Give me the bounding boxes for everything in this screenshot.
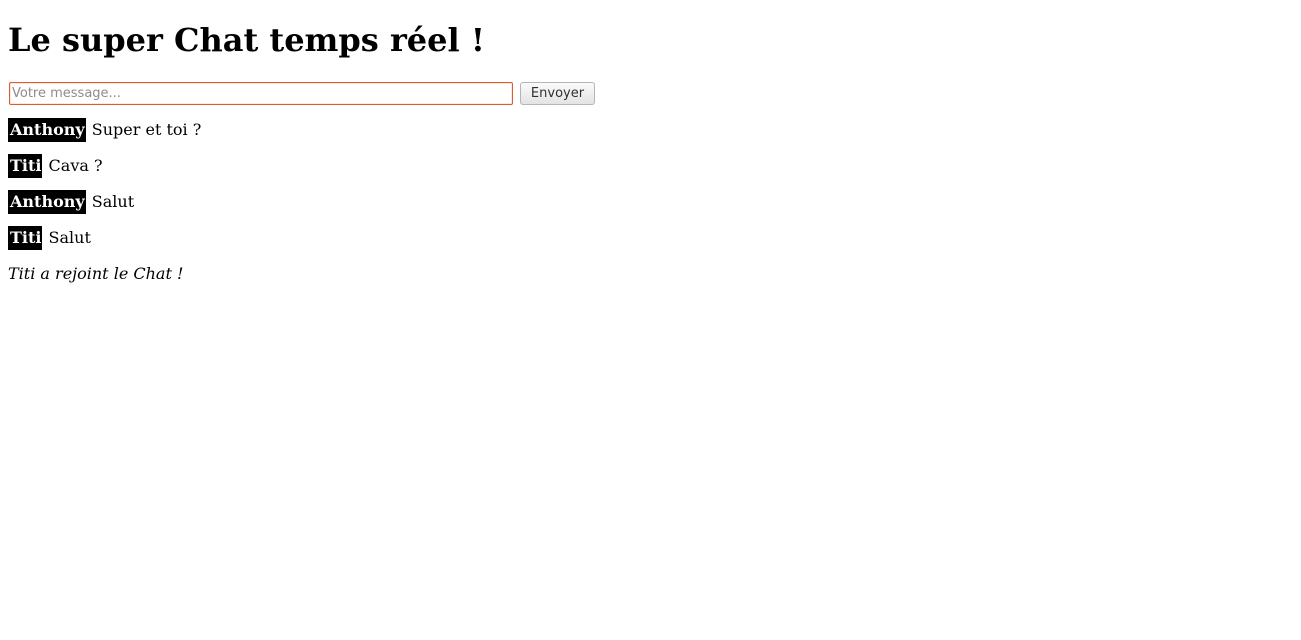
system-message-text: Titi a rejoint le Chat ! (8, 264, 184, 283)
message-text: Salut (91, 192, 135, 211)
chat-message: Anthony Super et toi ? (8, 118, 608, 142)
chat-message: Titi Cava ? (8, 154, 608, 178)
message-author: Anthony (8, 118, 86, 142)
system-message: Titi a rejoint le Chat ! (8, 262, 608, 285)
send-button[interactable]: Envoyer (520, 82, 595, 105)
message-text: Cava ? (48, 156, 103, 175)
message-author: Titi (8, 154, 43, 178)
chat-page: Le super Chat temps réel ! Envoyer Antho… (8, 0, 1293, 640)
chat-messages: Anthony Super et toi ? Titi Cava ? Antho… (8, 118, 608, 297)
message-text: Salut (48, 228, 91, 247)
page-title: Le super Chat temps réel ! (8, 21, 485, 59)
message-text: Super et toi ? (91, 120, 202, 139)
chat-message: Anthony Salut (8, 190, 608, 214)
message-input[interactable] (9, 82, 513, 105)
message-author: Anthony (8, 190, 86, 214)
chat-message: Titi Salut (8, 226, 608, 250)
message-author: Titi (8, 226, 43, 250)
